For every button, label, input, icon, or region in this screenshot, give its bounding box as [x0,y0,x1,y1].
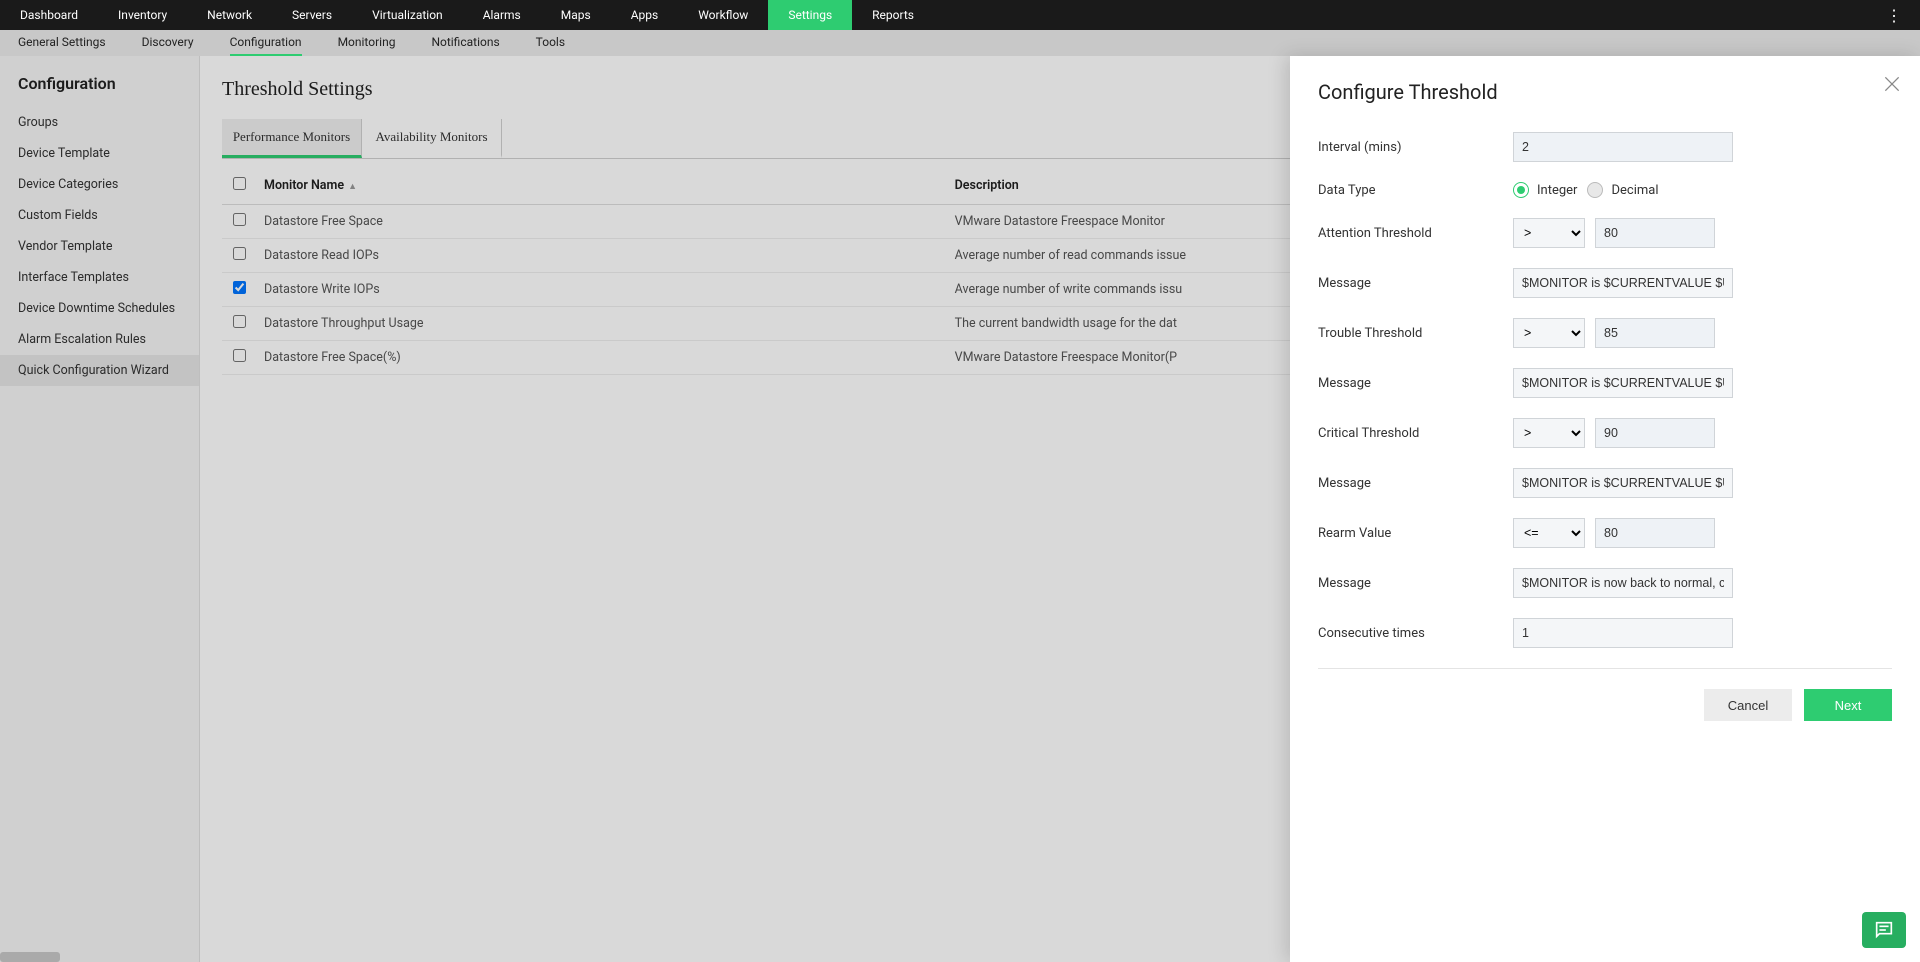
label-rearm-message: Message [1318,576,1513,591]
nav-workflow[interactable]: Workflow [678,0,768,30]
label-data-type: Data Type [1318,183,1513,198]
chat-icon[interactable] [1862,912,1906,948]
sidebar-item-custom-fields[interactable]: Custom Fields [0,200,199,231]
row-name: Datastore Free Space(%) [256,341,947,375]
nav-maps[interactable]: Maps [541,0,611,30]
critical-value-input[interactable] [1595,418,1715,448]
nav-dashboard[interactable]: Dashboard [0,0,98,30]
subnav-discovery[interactable]: Discovery [142,30,194,56]
interval-input[interactable] [1513,132,1733,162]
nav-reports[interactable]: Reports [852,0,934,30]
nav-servers[interactable]: Servers [272,0,352,30]
nav-alarms[interactable]: Alarms [463,0,541,30]
trouble-message-input[interactable] [1513,368,1733,398]
subnav-general-settings[interactable]: General Settings [18,30,106,56]
nav-inventory[interactable]: Inventory [98,0,187,30]
label-trouble-message: Message [1318,376,1513,391]
row-name: Datastore Write IOPs [256,273,947,307]
row-checkbox[interactable] [233,349,246,362]
row-checkbox[interactable] [233,247,246,260]
row-name: Datastore Throughput Usage [256,307,947,341]
trouble-operator-select[interactable]: > [1513,318,1585,348]
radio-dot-icon [1513,182,1529,198]
row-name: Datastore Read IOPs [256,239,947,273]
tab-performance-monitors[interactable]: Performance Monitors [222,119,362,158]
radio-dot-icon [1587,182,1603,198]
radio-decimal[interactable]: Decimal [1587,182,1658,198]
sidebar-title: Configuration [0,56,199,107]
label-critical-message: Message [1318,476,1513,491]
row-name: Datastore Free Space [256,205,947,239]
rearm-operator-select[interactable]: <= [1513,518,1585,548]
sub-nav: General Settings Discovery Configuration… [0,30,1920,56]
select-all-checkbox[interactable] [233,177,246,190]
sort-asc-icon: ▲ [348,182,357,192]
nav-settings[interactable]: Settings [768,0,852,30]
consecutive-times-input[interactable] [1513,618,1733,648]
sidebar: Configuration Groups Device Template Dev… [0,56,200,962]
subnav-notifications[interactable]: Notifications [431,30,499,56]
row-checkbox[interactable] [233,315,246,328]
close-icon[interactable] [1882,74,1902,98]
subnav-monitoring[interactable]: Monitoring [338,30,396,56]
trouble-value-input[interactable] [1595,318,1715,348]
subnav-configuration[interactable]: Configuration [230,30,302,56]
sidebar-item-interface-templates[interactable]: Interface Templates [0,262,199,293]
panel-footer: Cancel Next [1318,668,1892,721]
nav-apps[interactable]: Apps [611,0,679,30]
horizontal-scrollbar[interactable] [0,952,60,962]
label-consecutive-times: Consecutive times [1318,626,1513,641]
label-rearm-value: Rearm Value [1318,526,1513,541]
panel-title: Configure Threshold [1318,80,1892,104]
top-nav: Dashboard Inventory Network Servers Virt… [0,0,1920,30]
nav-virtualization[interactable]: Virtualization [352,0,463,30]
label-attention-message: Message [1318,276,1513,291]
critical-operator-select[interactable]: > [1513,418,1585,448]
label-trouble-threshold: Trouble Threshold [1318,326,1513,341]
row-checkbox[interactable] [233,281,246,294]
sidebar-item-vendor-template[interactable]: Vendor Template [0,231,199,262]
rearm-value-input[interactable] [1595,518,1715,548]
label-attention-threshold: Attention Threshold [1318,226,1513,241]
col-monitor-name[interactable]: Monitor Name▲ [256,167,947,205]
sidebar-item-quick-config-wizard[interactable]: Quick Configuration Wizard [0,355,199,386]
radio-integer[interactable]: Integer [1513,182,1577,198]
more-menu-icon[interactable]: ⋮ [1878,0,1910,30]
sidebar-item-alarm-escalation[interactable]: Alarm Escalation Rules [0,324,199,355]
label-interval: Interval (mins) [1318,140,1513,155]
attention-value-input[interactable] [1595,218,1715,248]
sidebar-item-device-downtime[interactable]: Device Downtime Schedules [0,293,199,324]
critical-message-input[interactable] [1513,468,1733,498]
subnav-tools[interactable]: Tools [536,30,565,56]
sidebar-item-groups[interactable]: Groups [0,107,199,138]
attention-message-input[interactable] [1513,268,1733,298]
attention-operator-select[interactable]: > [1513,218,1585,248]
configure-threshold-panel: Configure Threshold Interval (mins) Data… [1290,56,1920,962]
sidebar-item-device-template[interactable]: Device Template [0,138,199,169]
cancel-button[interactable]: Cancel [1704,689,1792,721]
sidebar-item-device-categories[interactable]: Device Categories [0,169,199,200]
nav-network[interactable]: Network [187,0,272,30]
next-button[interactable]: Next [1804,689,1892,721]
row-checkbox[interactable] [233,213,246,226]
tab-availability-monitors[interactable]: Availability Monitors [362,119,502,158]
rearm-message-input[interactable] [1513,568,1733,598]
label-critical-threshold: Critical Threshold [1318,426,1513,441]
